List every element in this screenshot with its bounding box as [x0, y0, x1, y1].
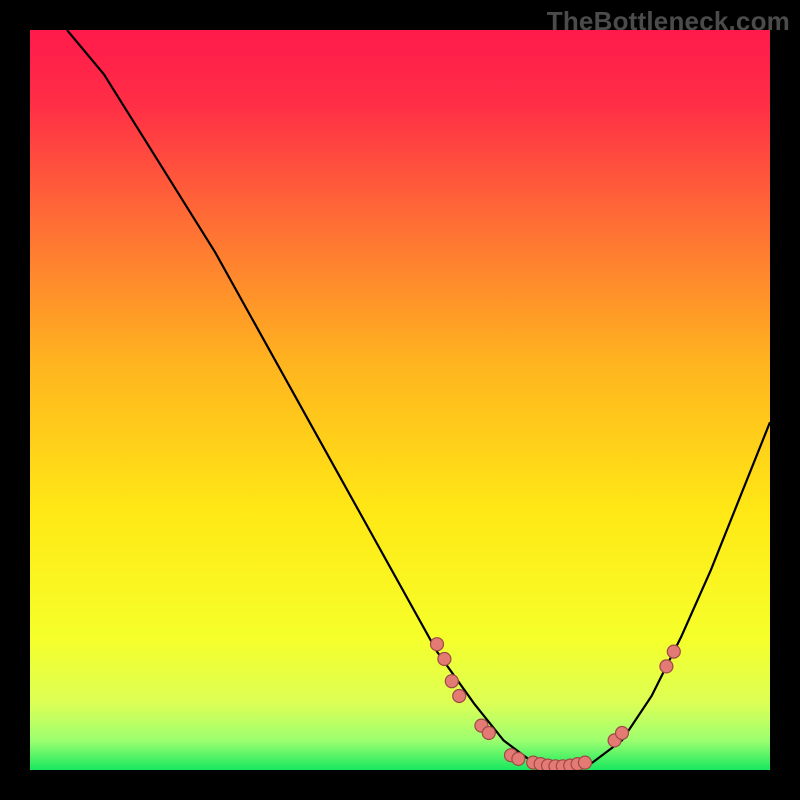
- data-point: [616, 727, 629, 740]
- data-point: [512, 752, 525, 765]
- data-point: [453, 690, 466, 703]
- data-point: [667, 645, 680, 658]
- plot-area: [30, 30, 770, 770]
- data-point: [660, 660, 673, 673]
- data-point: [431, 638, 444, 651]
- gradient-rect: [30, 30, 770, 770]
- data-point: [579, 756, 592, 769]
- data-point: [445, 675, 458, 688]
- chart-frame: TheBottleneck.com: [0, 0, 800, 800]
- data-point: [482, 727, 495, 740]
- chart-svg: [30, 30, 770, 770]
- data-point: [438, 653, 451, 666]
